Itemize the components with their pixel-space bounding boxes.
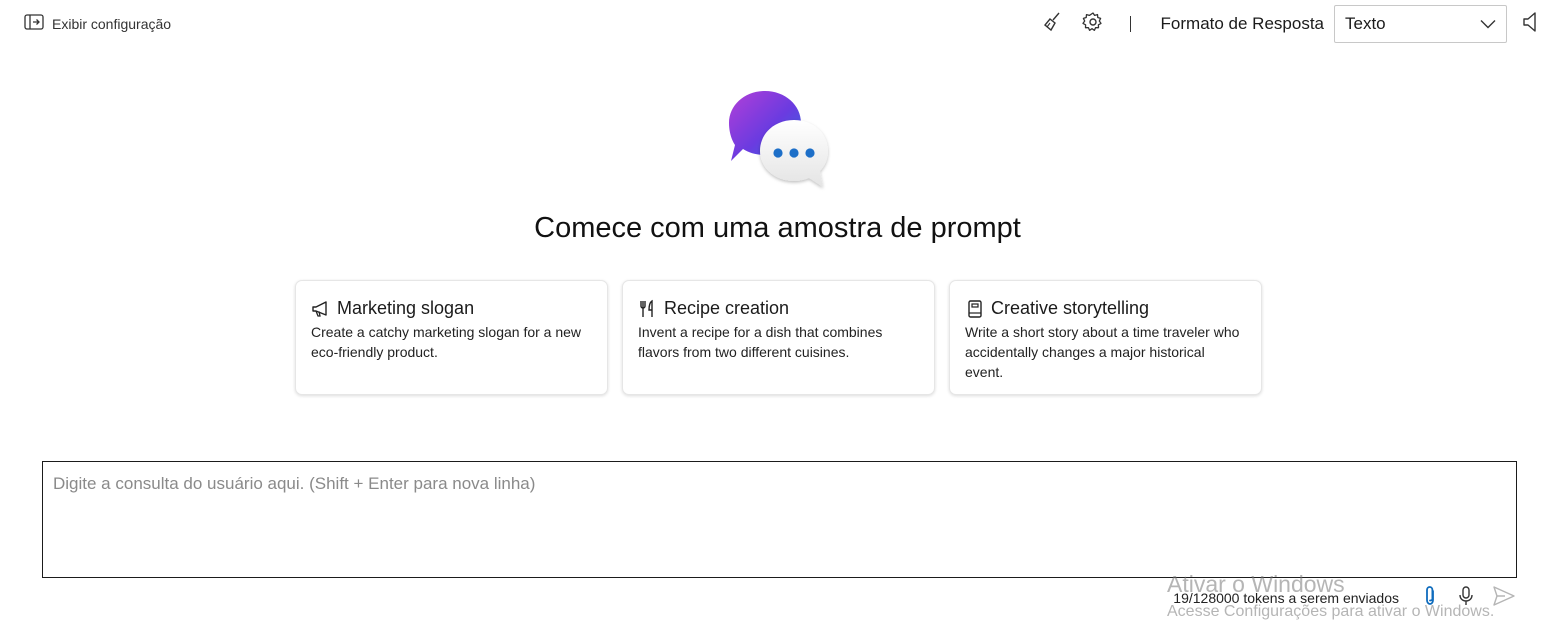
clear-chat-button[interactable] [1042,11,1064,38]
audio-button[interactable] [1519,11,1541,38]
token-count: 19/128000 tokens a serem enviados [1173,590,1399,606]
chat-bubbles-icon [727,89,831,193]
top-toolbar: Formato de Resposta Texto [1042,4,1541,44]
response-format-label: Formato de Resposta [1160,14,1324,33]
response-format-value: Texto [1345,14,1386,33]
send-icon [1492,585,1516,612]
megaphone-icon [311,299,331,319]
speaker-icon [1522,11,1538,38]
broom-icon [1042,11,1064,38]
paperclip-icon [1423,585,1437,612]
microphone-button[interactable] [1455,585,1477,612]
send-button[interactable] [1491,585,1517,612]
card-title: Creative storytelling [991,298,1150,318]
response-format-select[interactable]: Texto [1334,5,1507,43]
card-description: Create a catchy marketing slogan for a n… [311,324,582,360]
sample-card-recipe-creation[interactable]: Recipe creation Invent a recipe for a di… [622,280,935,395]
book-icon [965,299,985,319]
card-description: Write a short story about a time travele… [965,324,1240,380]
card-title: Recipe creation [664,298,790,318]
sample-card-marketing-slogan[interactable]: Marketing slogan Create a catchy marketi… [295,280,608,395]
card-description: Invent a recipe for a dish that combines… [638,324,883,360]
attach-button[interactable] [1419,585,1441,612]
page-title: Comece com uma amostra de prompt [534,212,1021,244]
user-query-input[interactable] [43,462,1516,577]
panel-toggle-icon [24,14,44,33]
sample-prompts: Marketing slogan Create a catchy marketi… [295,280,1262,395]
show-config-label: Exibir configuração [52,15,172,32]
chevron-down-icon [1480,14,1496,34]
microphone-icon [1458,585,1474,612]
toolbar-divider [1129,16,1131,32]
card-title: Marketing slogan [337,298,475,318]
query-box [42,461,1517,578]
sample-card-creative-storytelling[interactable]: Creative storytelling Write a short stor… [949,280,1262,395]
fork-knife-icon [638,299,658,319]
input-footer: 19/128000 tokens a serem enviados [1173,585,1517,612]
gear-icon [1081,11,1104,38]
show-config-button[interactable]: Exibir configuração [24,14,171,33]
settings-button[interactable] [1081,11,1104,38]
